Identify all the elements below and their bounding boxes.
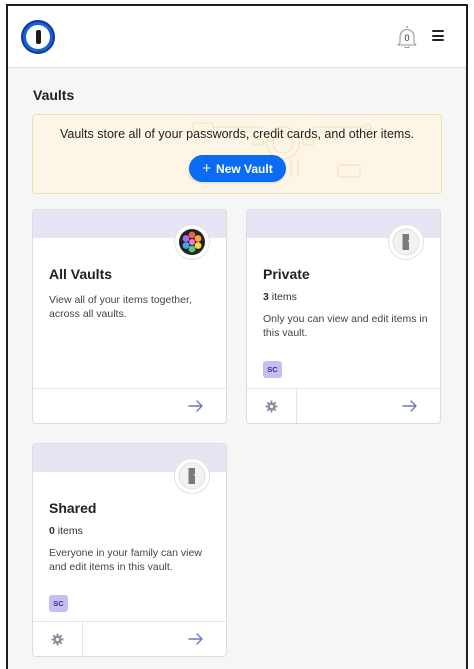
member-avatar-badge: SC — [49, 595, 68, 612]
new-vault-banner: Vaults store all of your passwords, cred… — [32, 114, 442, 194]
member-avatar-badge: SC — [263, 361, 282, 378]
page-title: Vaults — [33, 87, 75, 103]
card-footer — [247, 388, 440, 423]
banner-text: Vaults store all of your passwords, cred… — [59, 127, 415, 141]
new-vault-button[interactable]: + New Vault — [189, 155, 286, 182]
vault-settings-button[interactable] — [247, 389, 297, 423]
rainbow-vault-icon — [174, 224, 210, 260]
open-vault-button[interactable] — [166, 622, 226, 656]
arrow-right-icon — [402, 400, 417, 412]
hamburger-menu-icon[interactable] — [432, 30, 444, 41]
app-logo-icon[interactable] — [21, 20, 55, 54]
arrow-right-icon — [188, 633, 203, 645]
plus-icon: + — [202, 160, 212, 177]
new-vault-label: New Vault — [216, 161, 273, 176]
vault-item-count: 0 items — [49, 525, 83, 537]
vault-name: All Vaults — [49, 266, 113, 282]
vault-card-private[interactable]: Private 3 items Only you can view and ed… — [246, 209, 441, 424]
vault-card-all-vaults[interactable]: All Vaults View all of your items togeth… — [32, 209, 227, 424]
app-window: 0 Vaults Vaults store all of your passwo… — [6, 4, 468, 669]
vault-name: Shared — [49, 500, 97, 516]
top-bar: 0 — [8, 6, 466, 68]
card-footer — [33, 621, 226, 656]
arrow-right-icon — [188, 400, 203, 412]
vault-item-count: 3 items — [263, 291, 297, 303]
notification-count: 0 — [404, 33, 410, 43]
gear-icon — [51, 632, 64, 646]
notifications-bell-icon[interactable]: 0 — [395, 24, 419, 50]
gear-icon — [265, 399, 278, 413]
card-footer — [33, 388, 226, 423]
keyhole-vault-icon — [388, 224, 424, 260]
vault-description: View all of your items together, across … — [49, 294, 192, 320]
open-vault-button[interactable] — [380, 389, 440, 423]
keyhole-vault-icon — [174, 458, 210, 494]
open-vault-button[interactable] — [166, 389, 226, 423]
vault-description: Everyone in your family can view and edi… — [49, 547, 202, 573]
vault-card-shared[interactable]: Shared 0 items Everyone in your family c… — [32, 443, 227, 657]
vault-description: Only you can view and edit items in this… — [263, 313, 428, 339]
vault-settings-button[interactable] — [33, 622, 83, 656]
vault-name: Private — [263, 266, 310, 282]
